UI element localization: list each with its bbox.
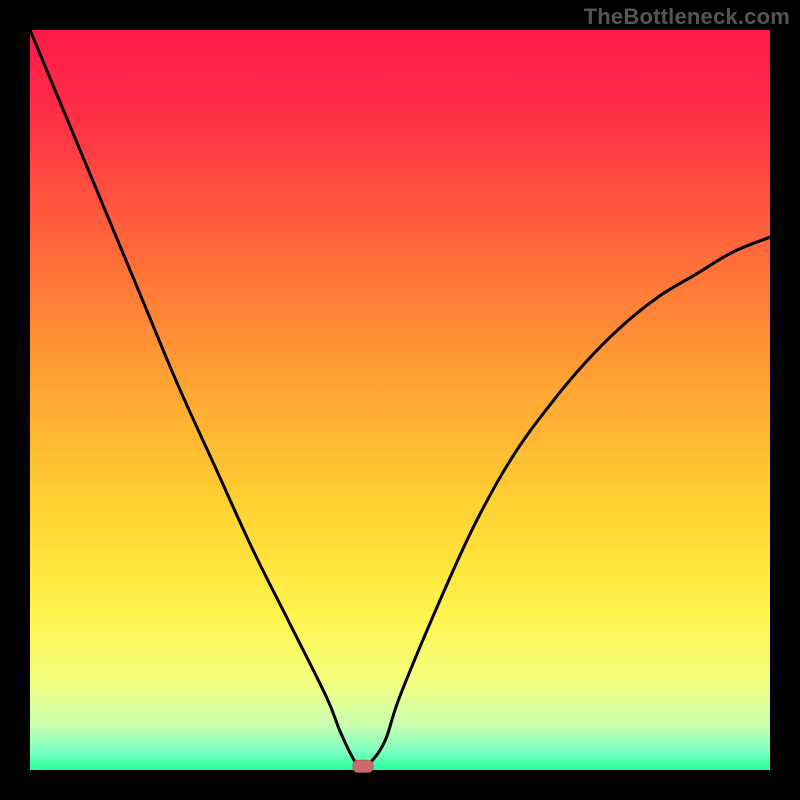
chart-svg [0, 0, 800, 800]
watermark-label: TheBottleneck.com [584, 4, 790, 30]
chart-frame: TheBottleneck.com [0, 0, 800, 800]
plot-background [30, 30, 770, 770]
minimum-marker [353, 760, 373, 772]
